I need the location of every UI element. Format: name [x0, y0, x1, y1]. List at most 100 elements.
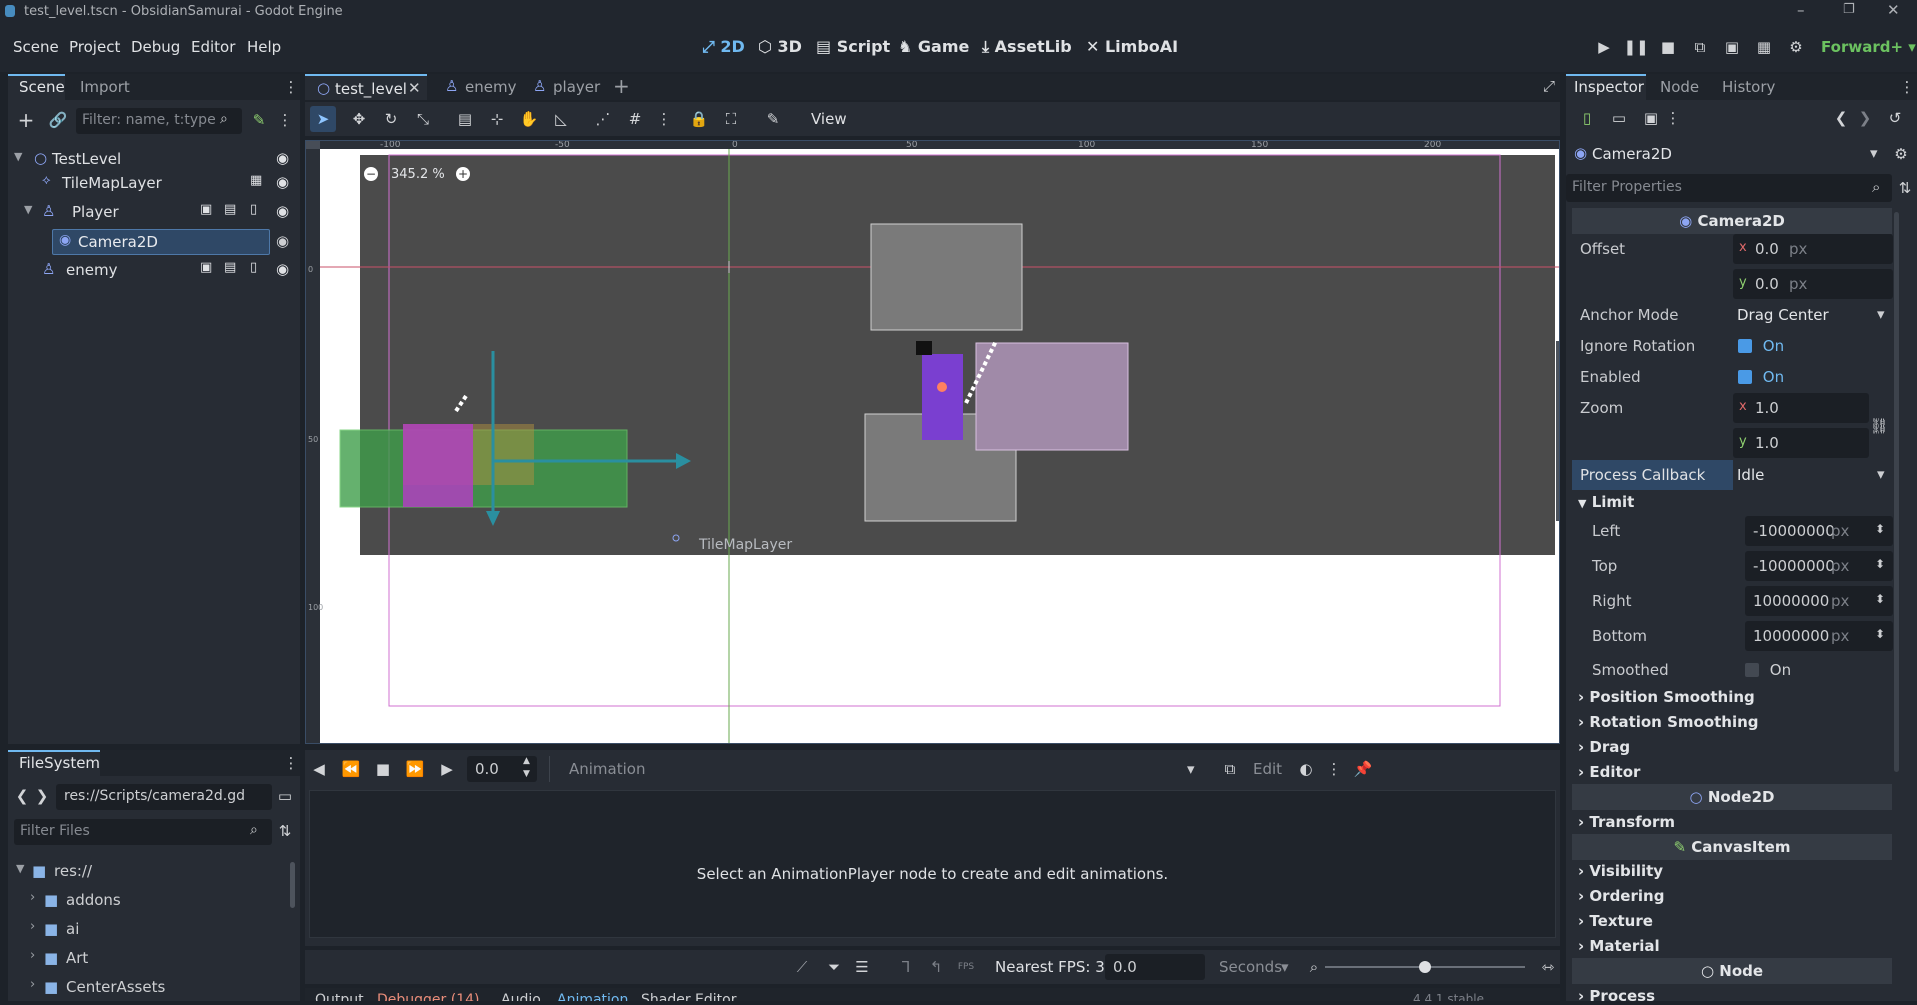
object-history-icon[interactable]: ↺ [1886, 108, 1904, 128]
autoplay-icon[interactable]: ⧉ [1221, 760, 1239, 778]
scrollbar-thumb[interactable] [290, 862, 295, 908]
filter-icon[interactable]: ⏷ [825, 956, 843, 978]
dock-menu-icon[interactable]: ⋮ [284, 754, 299, 772]
file-item-ai[interactable]: › ■ ai [30, 918, 286, 942]
link-icon[interactable]: 🔗 [46, 108, 70, 132]
play-icon[interactable]: ▶ [1594, 37, 1614, 57]
smart-snap-icon[interactable]: ⋰ [593, 106, 613, 132]
scene-options-icon[interactable]: ⋮ [278, 108, 293, 132]
group-process[interactable]: › Process [1578, 987, 1655, 1005]
history-back-icon[interactable]: ❮ [1834, 108, 1848, 128]
visibility-eye-icon[interactable]: ◉ [276, 260, 289, 278]
maximize-icon[interactable]: ❐ [1843, 2, 1855, 17]
play-scene-icon[interactable]: ▣ [1722, 37, 1742, 57]
script-icon[interactable]: ▯ [250, 202, 257, 217]
stop-icon[interactable]: ■ [1658, 37, 1678, 57]
spin-up-icon[interactable]: ▲ [523, 756, 530, 766]
menu-debug[interactable]: Debug [131, 38, 180, 56]
process-callback-dropdown[interactable]: Idle ▾ [1733, 460, 1893, 490]
visibility-eye-icon[interactable]: ◉ [276, 202, 289, 220]
tileset-icon[interactable]: ▦ [250, 173, 262, 188]
property-sort-icon[interactable]: ⇅ [1896, 178, 1914, 198]
viewport-scrollbar[interactable] [1556, 341, 1559, 521]
zoom-x-field[interactable]: x 1.0 [1733, 393, 1869, 423]
tab-debugger[interactable]: Debugger (14) [377, 992, 479, 1001]
script-icon[interactable]: ▯ [250, 260, 257, 275]
chevron-down-icon[interactable]: ▼ [14, 150, 22, 163]
new-resource-icon[interactable]: ▯ [1578, 108, 1596, 128]
bezier-icon[interactable]: ⟋ [793, 956, 811, 978]
limit-right-field[interactable]: 10000000 px ⬍ [1745, 586, 1893, 616]
menu-editor[interactable]: Editor [191, 38, 235, 56]
chevron-right-icon[interactable]: › [30, 977, 35, 992]
group-rotation-smoothing[interactable]: › Rotation Smoothing [1578, 713, 1759, 731]
add-tab-icon[interactable]: + [613, 74, 630, 98]
zoom-y-field[interactable]: y 1.0 [1733, 428, 1869, 458]
animation-icon[interactable]: ▤ [224, 202, 236, 217]
object-tools-icon[interactable]: ⚙ [1892, 144, 1910, 164]
tab-node[interactable]: Node [1660, 78, 1699, 96]
pin-icon[interactable]: 📌 [1354, 760, 1373, 778]
open-folder-icon[interactable]: ▭ [1610, 108, 1628, 128]
snap-value-field[interactable]: 0.0 [1105, 954, 1205, 980]
group-editor[interactable]: › Editor [1578, 763, 1640, 781]
tree-node-player[interactable]: ▼ ♙ Player ▣ ▤ ▯ ◉ [14, 200, 294, 227]
play-backwards-from-end-icon[interactable]: ⏪ [342, 760, 361, 778]
file-item-centerassets[interactable]: › ■ CenterAssets [30, 976, 286, 1000]
tab-audio[interactable]: Audio [501, 992, 541, 1001]
key-icon[interactable]: ⅂ [897, 956, 915, 978]
group-position-smoothing[interactable]: › Position Smoothing [1578, 688, 1755, 706]
nav-forward-icon[interactable]: ❯ [36, 786, 49, 806]
limit-bottom-field[interactable]: 10000000 px ⬍ [1745, 621, 1893, 651]
limit-smoothed-checkbox[interactable]: On [1745, 661, 1885, 683]
chevron-down-icon[interactable]: ▼ [24, 203, 32, 216]
zoom-level[interactable]: 345.2 % [391, 167, 445, 182]
animation-selector[interactable]: ▾ [649, 756, 1205, 782]
workspace-2d[interactable]: ⤢ 2D [702, 37, 745, 57]
group-visibility[interactable]: › Visibility [1578, 862, 1663, 880]
tab-scene[interactable]: Scene [19, 78, 65, 96]
link-values-icon[interactable]: ⛓ [1869, 416, 1888, 436]
spin-down-icon[interactable]: ▼ [523, 769, 530, 779]
ignore-rotation-checkbox[interactable]: On [1738, 337, 1888, 359]
tab-filesystem[interactable]: FileSystem [19, 754, 100, 772]
visibility-eye-icon[interactable]: ◉ [276, 232, 289, 250]
zoom-icon[interactable]: ⌕ [1305, 956, 1323, 978]
spin-icon[interactable]: ⬍ [1875, 522, 1885, 536]
chevron-down-icon[interactable]: ▼ [16, 862, 24, 875]
enabled-checkbox[interactable]: On [1738, 368, 1888, 390]
play-anim-icon[interactable]: ▶ [439, 760, 455, 778]
add-node-icon[interactable]: + [14, 108, 38, 132]
menu-help[interactable]: Help [247, 38, 281, 56]
open-scene-icon[interactable]: ▣ [200, 260, 212, 275]
file-item-res[interactable]: ▼ ■ res:// [16, 860, 286, 884]
onion-skin-icon[interactable]: ◐ [1297, 760, 1315, 778]
tab-player[interactable]: ♙ player [533, 74, 613, 100]
sort-icon[interactable]: ⇅ [276, 821, 294, 841]
select-mode-icon[interactable]: ➤ [310, 106, 336, 132]
file-item-addons[interactable]: › ■ addons [30, 889, 286, 913]
play-custom-icon[interactable]: ▦ [1754, 37, 1774, 57]
dock-menu-icon[interactable]: ⋮ [284, 78, 299, 96]
nav-back-icon[interactable]: ❮ [16, 786, 29, 806]
open-scene-icon[interactable]: ▣ [200, 202, 212, 217]
resource-menu-icon[interactable]: ⋮ [1666, 108, 1681, 128]
lock-icon[interactable]: 🔒 [689, 106, 709, 132]
menu-scene[interactable]: Scene [13, 38, 59, 56]
chevron-right-icon[interactable]: › [30, 890, 35, 905]
move-mode-icon[interactable]: ✥ [349, 106, 369, 132]
fps-icon[interactable]: FPS [957, 956, 975, 978]
zoom-in-icon[interactable]: + [456, 167, 470, 181]
anim-time-field[interactable]: 0.0 ▲ ▼ [467, 756, 537, 782]
minimize-icon[interactable]: – [1797, 1, 1805, 19]
list-select-icon[interactable]: ▤ [455, 106, 475, 132]
tree-node-tilemaplayer[interactable]: ⟡ TileMapLayer ▦ ◉ [14, 171, 294, 198]
fit-icon[interactable]: ⇿ [1539, 956, 1557, 978]
snap-unit-selector[interactable]: Seconds ▾ [1215, 954, 1295, 980]
tab-import[interactable]: Import [80, 78, 130, 96]
tab-enemy[interactable]: ♙ enemy [445, 74, 525, 100]
chevron-right-icon[interactable]: › [30, 919, 35, 934]
menu-project[interactable]: Project [69, 38, 120, 56]
group-icon[interactable]: ⛶ [721, 106, 741, 132]
tab-history[interactable]: History [1722, 78, 1775, 96]
